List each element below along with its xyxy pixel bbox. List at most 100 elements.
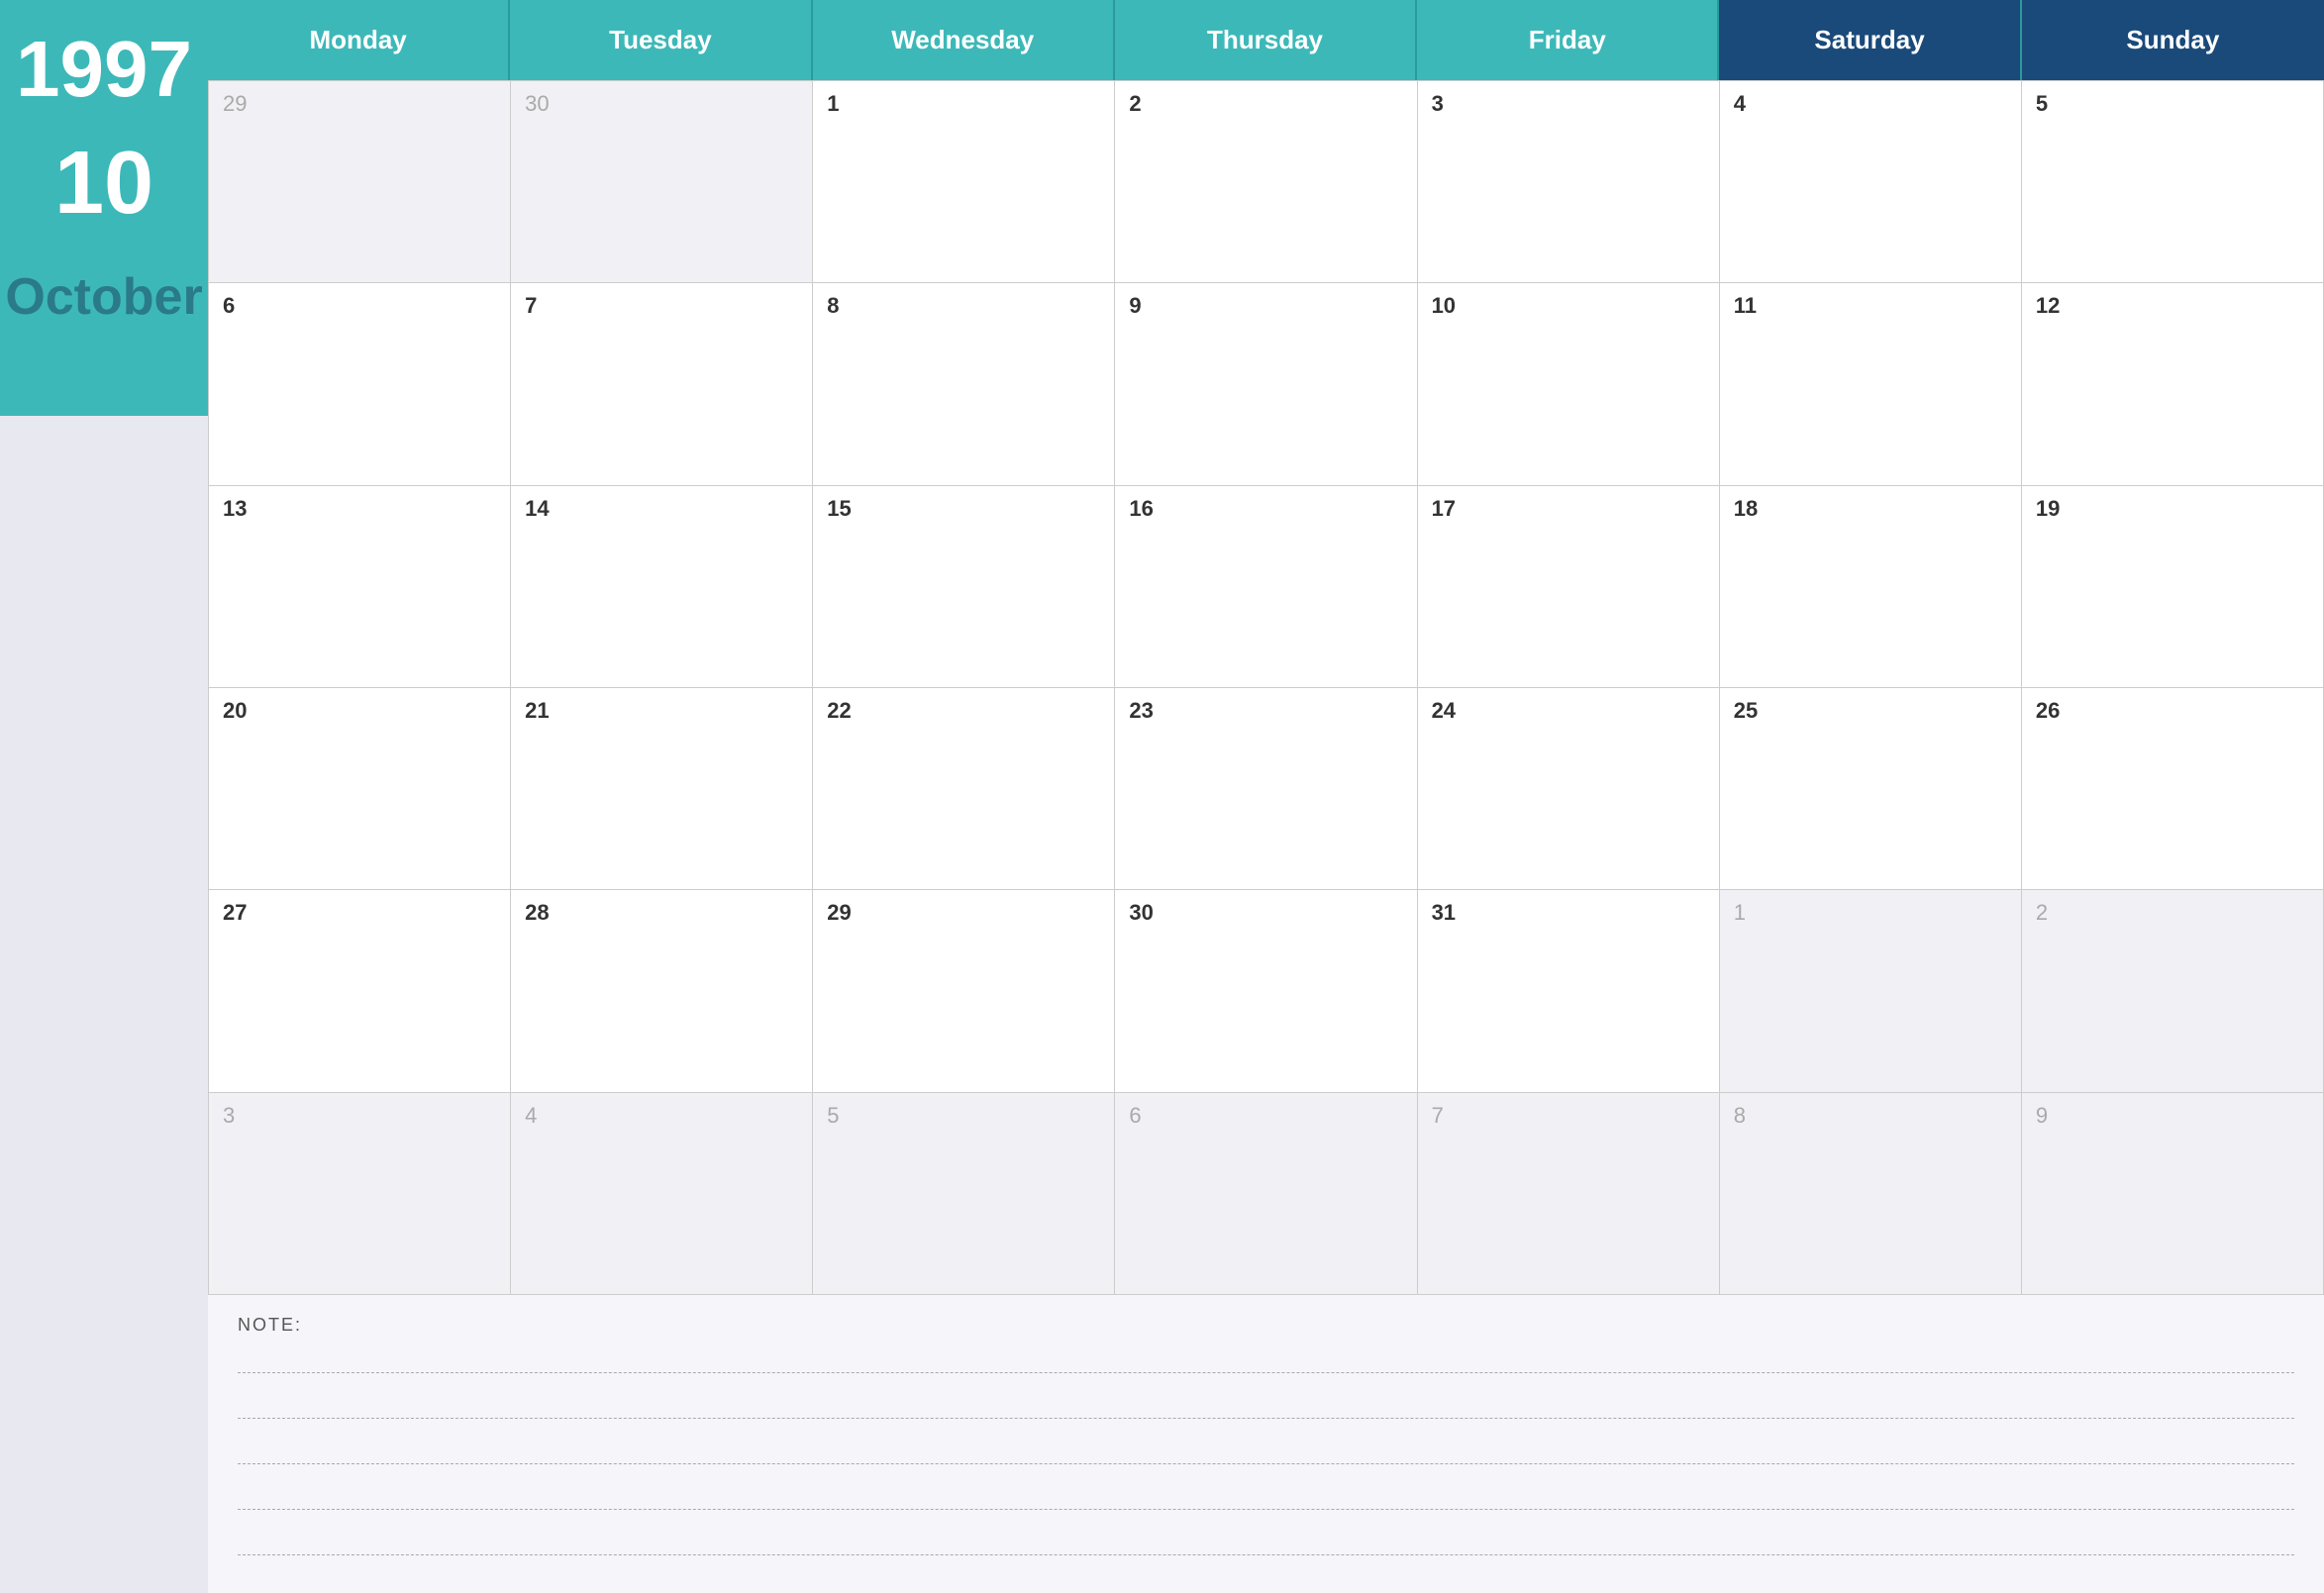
day-cell[interactable]: 24 bbox=[1418, 688, 1720, 890]
day-number: 7 bbox=[525, 293, 798, 319]
day-cell[interactable]: 20 bbox=[209, 688, 511, 890]
day-number: 9 bbox=[2036, 1103, 2309, 1129]
day-cell[interactable]: 23 bbox=[1115, 688, 1417, 890]
day-cell[interactable]: 1 bbox=[1720, 890, 2022, 1092]
day-cell[interactable]: 29 bbox=[813, 890, 1115, 1092]
day-number: 28 bbox=[525, 900, 798, 926]
day-cell[interactable]: 5 bbox=[813, 1093, 1115, 1295]
note-line-2 bbox=[238, 1391, 2294, 1419]
header-saturday: Saturday bbox=[1719, 0, 2021, 80]
day-cell[interactable]: 1 bbox=[813, 81, 1115, 283]
day-number: 26 bbox=[2036, 698, 2309, 724]
day-number: 15 bbox=[827, 496, 1100, 522]
header-monday: Monday bbox=[208, 0, 510, 80]
sidebar-year: 1997 bbox=[16, 30, 192, 109]
day-cell[interactable]: 30 bbox=[511, 81, 813, 283]
sidebar-month-num: 10 bbox=[54, 139, 153, 228]
day-cell[interactable]: 9 bbox=[1115, 283, 1417, 485]
notes-section: NOTE: bbox=[208, 1295, 2324, 1593]
day-cell[interactable]: 8 bbox=[813, 283, 1115, 485]
day-number: 12 bbox=[2036, 293, 2309, 319]
day-cell[interactable]: 28 bbox=[511, 890, 813, 1092]
calendar-main: Monday Tuesday Wednesday Thursday Friday… bbox=[208, 0, 2324, 1593]
day-number: 8 bbox=[827, 293, 1100, 319]
header-thursday: Thursday bbox=[1115, 0, 1417, 80]
day-number: 17 bbox=[1432, 496, 1705, 522]
day-number: 6 bbox=[1129, 1103, 1402, 1129]
day-cell[interactable]: 26 bbox=[2022, 688, 2324, 890]
day-cell[interactable]: 4 bbox=[511, 1093, 813, 1295]
sidebar: 1997 10 October bbox=[0, 0, 208, 1593]
day-number: 11 bbox=[1734, 293, 2007, 319]
day-number: 13 bbox=[223, 496, 496, 522]
header-sunday: Sunday bbox=[2022, 0, 2324, 80]
day-cell[interactable]: 6 bbox=[209, 283, 511, 485]
day-number: 1 bbox=[1734, 900, 2007, 926]
day-cell[interactable]: 12 bbox=[2022, 283, 2324, 485]
day-cell[interactable]: 9 bbox=[2022, 1093, 2324, 1295]
day-cell[interactable]: 7 bbox=[1418, 1093, 1720, 1295]
day-cell[interactable]: 2 bbox=[1115, 81, 1417, 283]
header-wednesday: Wednesday bbox=[813, 0, 1115, 80]
day-cell[interactable]: 2 bbox=[2022, 890, 2324, 1092]
day-number: 6 bbox=[223, 293, 496, 319]
day-cell[interactable]: 11 bbox=[1720, 283, 2022, 485]
day-number: 18 bbox=[1734, 496, 2007, 522]
day-number: 23 bbox=[1129, 698, 1402, 724]
day-cell[interactable]: 16 bbox=[1115, 486, 1417, 688]
day-number: 14 bbox=[525, 496, 798, 522]
day-cell[interactable]: 29 bbox=[209, 81, 511, 283]
day-cell[interactable]: 18 bbox=[1720, 486, 2022, 688]
day-number: 24 bbox=[1432, 698, 1705, 724]
calendar-grid: 2930123456789101112131415161718192021222… bbox=[208, 80, 2324, 1295]
day-number: 29 bbox=[827, 900, 1100, 926]
day-number: 30 bbox=[1129, 900, 1402, 926]
day-number: 25 bbox=[1734, 698, 2007, 724]
day-cell[interactable]: 4 bbox=[1720, 81, 2022, 283]
header-friday: Friday bbox=[1417, 0, 1719, 80]
day-cell[interactable]: 27 bbox=[209, 890, 511, 1092]
day-number: 29 bbox=[223, 91, 496, 117]
day-cell[interactable]: 3 bbox=[209, 1093, 511, 1295]
day-number: 3 bbox=[1432, 91, 1705, 117]
day-cell[interactable]: 19 bbox=[2022, 486, 2324, 688]
day-cell[interactable]: 14 bbox=[511, 486, 813, 688]
day-cell[interactable]: 3 bbox=[1418, 81, 1720, 283]
day-cell[interactable]: 17 bbox=[1418, 486, 1720, 688]
day-number: 2 bbox=[1129, 91, 1402, 117]
note-line-4 bbox=[238, 1482, 2294, 1510]
day-number: 30 bbox=[525, 91, 798, 117]
day-number: 7 bbox=[1432, 1103, 1705, 1129]
day-number: 9 bbox=[1129, 293, 1402, 319]
day-number: 27 bbox=[223, 900, 496, 926]
day-cell[interactable]: 13 bbox=[209, 486, 511, 688]
sidebar-month-name: October bbox=[5, 267, 202, 327]
day-number: 21 bbox=[525, 698, 798, 724]
day-number: 31 bbox=[1432, 900, 1705, 926]
day-cell[interactable]: 6 bbox=[1115, 1093, 1417, 1295]
note-line-1 bbox=[238, 1345, 2294, 1373]
day-cell[interactable]: 10 bbox=[1418, 283, 1720, 485]
day-number: 5 bbox=[2036, 91, 2309, 117]
day-cell[interactable]: 30 bbox=[1115, 890, 1417, 1092]
day-number: 3 bbox=[223, 1103, 496, 1129]
note-line-3 bbox=[238, 1437, 2294, 1464]
day-number: 10 bbox=[1432, 293, 1705, 319]
day-cell[interactable]: 31 bbox=[1418, 890, 1720, 1092]
day-cell[interactable]: 25 bbox=[1720, 688, 2022, 890]
day-cell[interactable]: 5 bbox=[2022, 81, 2324, 283]
day-number: 4 bbox=[525, 1103, 798, 1129]
day-cell[interactable]: 8 bbox=[1720, 1093, 2022, 1295]
day-cell[interactable]: 22 bbox=[813, 688, 1115, 890]
day-number: 2 bbox=[2036, 900, 2309, 926]
day-number: 22 bbox=[827, 698, 1100, 724]
day-number: 16 bbox=[1129, 496, 1402, 522]
day-cell[interactable]: 21 bbox=[511, 688, 813, 890]
note-label: NOTE: bbox=[238, 1315, 2294, 1336]
day-number: 20 bbox=[223, 698, 496, 724]
calendar-container: 1997 10 October Monday Tuesday Wednesday… bbox=[0, 0, 2324, 1593]
day-cell[interactable]: 7 bbox=[511, 283, 813, 485]
day-cell[interactable]: 15 bbox=[813, 486, 1115, 688]
day-number: 19 bbox=[2036, 496, 2309, 522]
day-number: 1 bbox=[827, 91, 1100, 117]
